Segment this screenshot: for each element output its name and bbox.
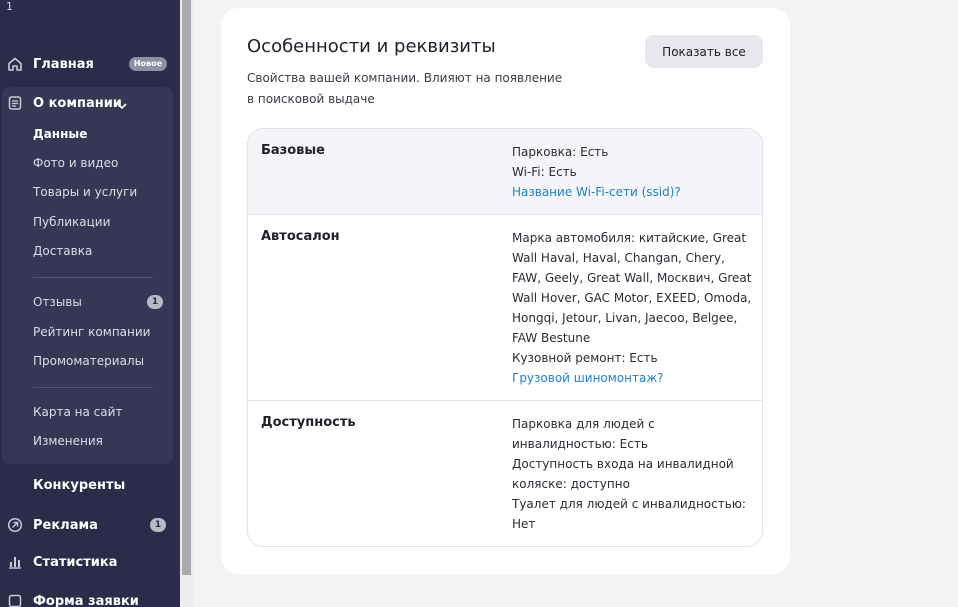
table-row: Автосалон Марка автомобиля: китайские, G… <box>248 215 762 401</box>
feature-value: Парковка для людей с инвалидностью: Есть <box>512 417 655 451</box>
ads-count-badge: 1 <box>150 518 166 532</box>
sidebar-subitem-reviews[interactable]: Отзывы 1 <box>33 292 173 312</box>
card-title: Особенности и реквизиты <box>247 36 496 57</box>
sidebar-subitem-rating[interactable]: Рейтинг компании <box>33 322 150 342</box>
feature-value: Wi-Fi: Есть <box>512 165 577 179</box>
document-icon <box>6 94 24 112</box>
features-table: Базовые Парковка: Есть Wi-Fi: Есть Назва… <box>247 128 763 547</box>
bar-chart-icon <box>6 553 24 571</box>
table-row: Доступность Парковка для людей с инвалид… <box>248 401 762 546</box>
chevron-down-icon <box>116 97 128 116</box>
wifi-ssid-link[interactable]: Название Wi-Fi-сети (ssid)? <box>512 182 757 202</box>
sidebar-divider <box>33 277 153 278</box>
sidebar-item-label: Конкуренты <box>33 477 126 493</box>
sidebar-subitem-label: Отзывы <box>33 295 82 309</box>
home-icon <box>6 55 24 73</box>
feature-value: Марка автомобиля: китайские, Great Wall … <box>512 231 752 345</box>
features-card: Особенности и реквизиты Свойства вашей к… <box>221 8 790 574</box>
sidebar-scrollbar[interactable] <box>180 0 193 607</box>
row-title: Доступность <box>261 415 356 430</box>
sidebar-subitem-publications[interactable]: Публикации <box>33 212 110 232</box>
sidebar-subitem-changes[interactable]: Изменения <box>33 431 103 451</box>
sidebar-item-label: О компании <box>33 95 122 111</box>
feature-value: Туалет для людей с инвалидностью: Нет <box>512 497 746 531</box>
row-title: Базовые <box>261 143 325 158</box>
row-values: Парковка: Есть Wi-Fi: Есть Название Wi-F… <box>512 142 757 202</box>
row-values: Марка автомобиля: китайские, Great Wall … <box>512 228 757 388</box>
sidebar-item-home[interactable]: Главная Новое <box>0 52 180 76</box>
arrow-circle-icon <box>6 516 24 534</box>
sidebar-item-stats[interactable]: Статистика <box>0 550 180 574</box>
card-subtitle: Свойства вашей компании. Влияют на появл… <box>247 71 563 106</box>
sidebar-item-label: Статистика <box>33 554 118 570</box>
sidebar-item-competitors[interactable]: Конкуренты <box>0 473 180 497</box>
feature-value: Доступность входа на инвалидной коляске:… <box>512 457 734 491</box>
sidebar-top-mark: 1 <box>6 0 13 13</box>
sidebar-divider <box>33 387 153 388</box>
sidebar-subitem-photo-video[interactable]: Фото и видео <box>33 153 118 173</box>
sidebar-item-label: Реклама <box>33 517 98 533</box>
sidebar-subitem-promo[interactable]: Промоматериалы <box>33 351 144 371</box>
reviews-count-badge: 1 <box>147 295 163 309</box>
sidebar-item-company[interactable]: О компании <box>0 91 180 115</box>
feature-value: Кузовной ремонт: Есть <box>512 351 658 365</box>
truck-tire-service-link[interactable]: Грузовой шиномонтаж? <box>512 368 757 388</box>
sidebar: 1 Главная Новое О компании Данные Фото и… <box>0 0 180 607</box>
sidebar-subitem-map-widget[interactable]: Карта на сайт <box>33 402 122 422</box>
sidebar-item-label: Форма заявки <box>33 593 139 607</box>
sidebar-item-ads[interactable]: Реклама 1 <box>0 513 180 537</box>
sidebar-subitem-delivery[interactable]: Доставка <box>33 241 92 261</box>
row-values: Парковка для людей с инвалидностью: Есть… <box>512 414 757 534</box>
table-row: Базовые Парковка: Есть Wi-Fi: Есть Назва… <box>248 129 762 215</box>
new-badge: Новое <box>128 57 167 71</box>
sidebar-subitem-products[interactable]: Товары и услуги <box>33 182 137 202</box>
scrollbar-thumb[interactable] <box>182 0 191 575</box>
feature-value: Парковка: Есть <box>512 145 609 159</box>
form-icon <box>6 592 24 607</box>
row-title: Автосалон <box>261 229 340 244</box>
sidebar-item-label: Главная <box>33 56 94 72</box>
sidebar-item-request-form[interactable]: Форма заявки <box>0 589 180 607</box>
show-all-button[interactable]: Показать все <box>645 35 763 68</box>
sidebar-subitem-data[interactable]: Данные <box>33 124 87 144</box>
